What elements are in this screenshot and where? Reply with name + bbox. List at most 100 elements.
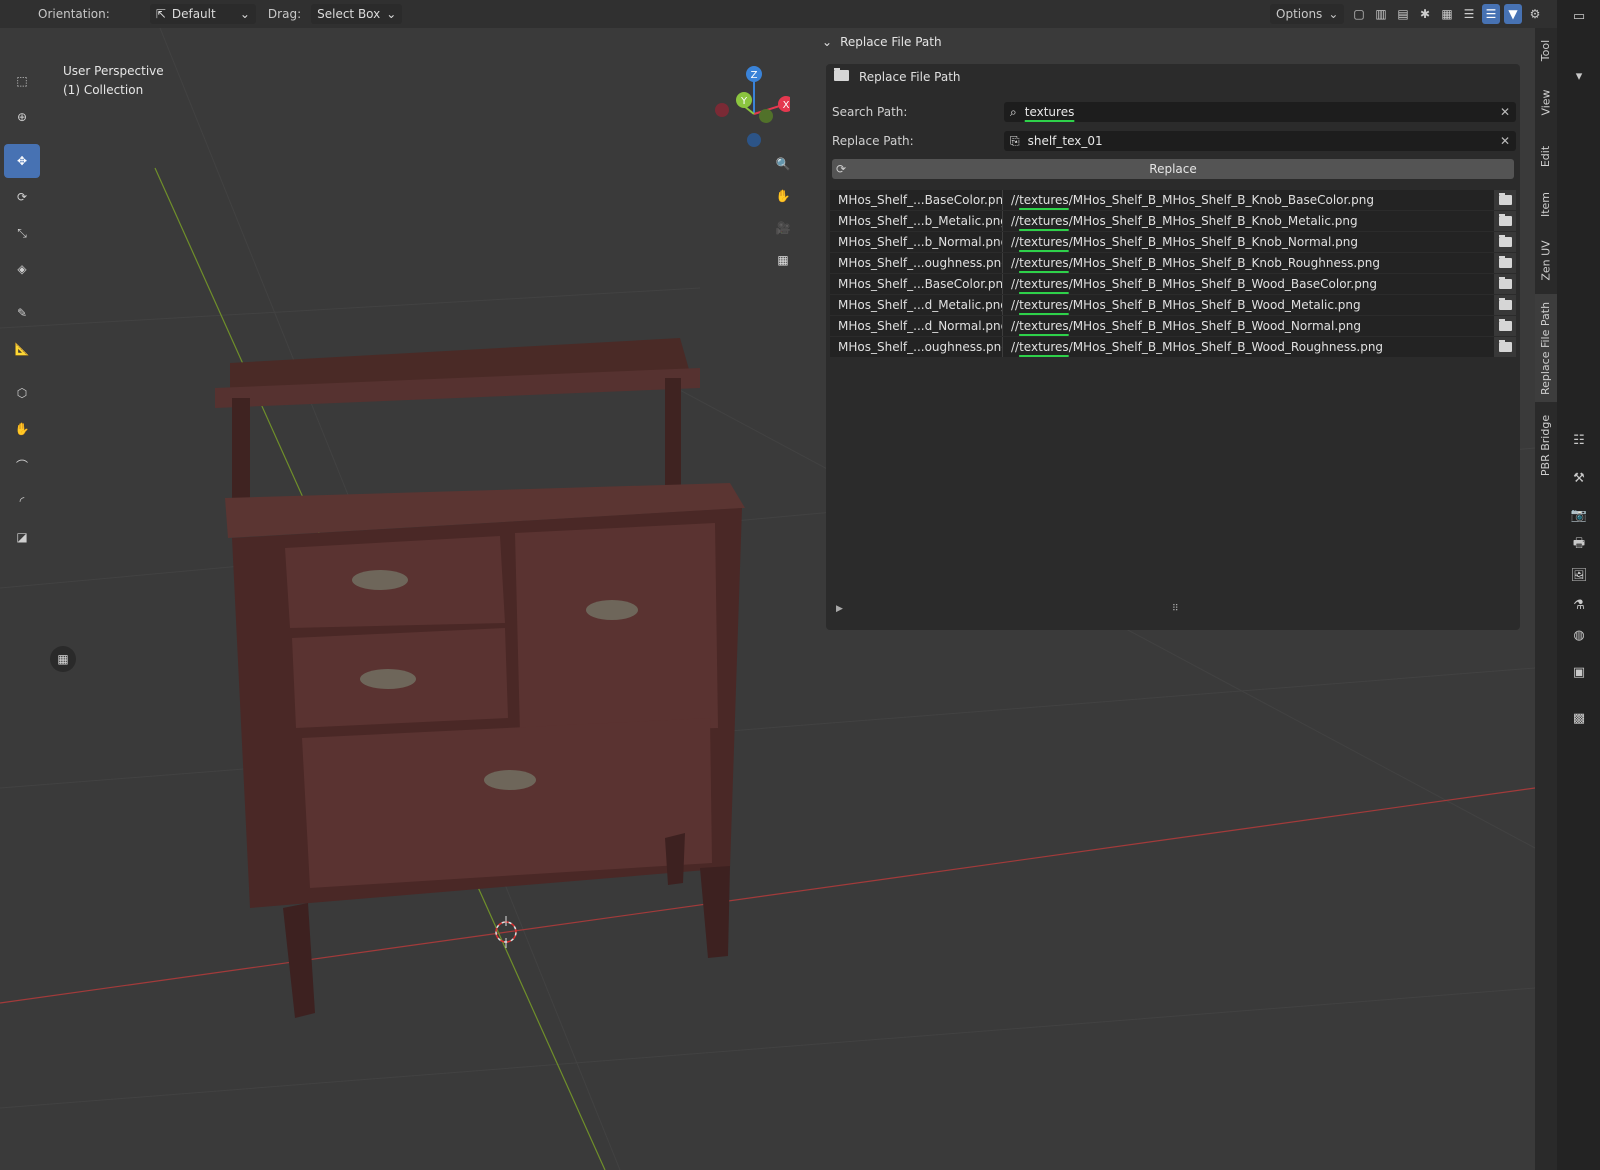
render-icon[interactable]: 📷 <box>1569 505 1589 525</box>
view-layer-icon[interactable]: 🖼 <box>1569 565 1589 585</box>
tab-item[interactable]: Item <box>1535 182 1557 226</box>
replace-button[interactable]: ⟳ Replace <box>832 159 1514 179</box>
armature-icon[interactable]: ✱ <box>1416 4 1434 24</box>
measure-icon[interactable]: 📐 <box>4 332 40 366</box>
file-name[interactable]: MHos_Shelf_...b_Normal.png <box>830 232 1003 252</box>
tab-replace-file-path[interactable]: Replace File Path <box>1535 294 1557 402</box>
list-active-icon[interactable]: ☰ <box>1482 4 1500 24</box>
tab-view[interactable]: View <box>1535 74 1557 130</box>
properties-strip: ▭ ▾ ☷ ⚒ 📷 🖶 🖼 ⚗ ◍ ▣ ▩ <box>1557 0 1600 1170</box>
select-box-icon[interactable]: ⬚ <box>4 64 40 98</box>
texture-icon[interactable]: ▩ <box>1569 708 1589 728</box>
collection-icon[interactable]: ▣ <box>1569 662 1589 682</box>
replace-path-row: Replace Path: ⎘ shelf_tex_01 ✕ <box>832 130 1516 152</box>
annotate-icon[interactable]: ✎ <box>4 296 40 330</box>
collapse-arrow-icon[interactable]: ▾ <box>1569 66 1589 86</box>
file-path[interactable]: //textures/MHos_Shelf_B_MHos_Shelf_B_Woo… <box>1003 274 1494 294</box>
display-mode-icon[interactable]: ☷ <box>1569 430 1589 450</box>
file-name[interactable]: MHos_Shelf_...BaseColor.png <box>830 190 1003 210</box>
replace-path-input[interactable]: ⎘ shelf_tex_01 ✕ <box>1004 131 1516 151</box>
knife-icon[interactable]: ◪ <box>4 520 40 554</box>
3d-viewport[interactable]: ⬚ ⊕ ✥ ⟳ ⤡ ◈ ✎ 📐 ⬡ ✋ ⌒ ◜ ◪ User Perspecti… <box>0 28 1535 1170</box>
expand-arrow-icon[interactable]: ▶ <box>836 604 843 614</box>
refresh-icon: ⟳ <box>836 162 847 176</box>
replace-file-path-panel: ⌄ Replace File Path Replace File Path Se… <box>822 30 1522 630</box>
clear-replace-icon[interactable]: ✕ <box>1500 134 1510 148</box>
resize-handle-icon[interactable]: ⠿ <box>1172 604 1179 614</box>
scale-icon[interactable]: ⤡ <box>4 216 40 250</box>
camera-icon[interactable]: 🎥 <box>770 215 796 241</box>
filter-icon[interactable]: ▼ <box>1504 4 1522 24</box>
world-icon[interactable]: ◍ <box>1569 625 1589 645</box>
file-path[interactable]: //textures/MHos_Shelf_B_MHos_Shelf_B_Woo… <box>1003 295 1494 315</box>
search-path-input[interactable]: ⌕ textures ✕ <box>1004 102 1516 122</box>
file-path[interactable]: //textures/MHos_Shelf_B_MHos_Shelf_B_Kno… <box>1003 211 1494 231</box>
cube-icon[interactable]: ▢ <box>1350 4 1368 24</box>
panel-header[interactable]: ⌄ Replace File Path <box>822 30 1522 54</box>
browse-folder-button[interactable] <box>1494 211 1516 231</box>
output-icon[interactable]: 🖶 <box>1569 535 1589 555</box>
stats-icon[interactable]: ▥ <box>1372 4 1390 24</box>
curve-icon[interactable]: ⌒ <box>4 448 40 482</box>
image-icon[interactable]: ▦ <box>1438 4 1456 24</box>
path-prefix: // <box>1011 298 1020 312</box>
checker-icon[interactable]: ▦ <box>50 646 76 672</box>
search-path-label: Search Path: <box>832 105 908 119</box>
scene-icon[interactable]: ⚗ <box>1569 595 1589 615</box>
tab-label: Tool <box>1539 39 1553 61</box>
bevel-icon[interactable]: ◜ <box>4 484 40 518</box>
path-prefix: // <box>1011 256 1020 270</box>
file-path[interactable]: //textures/MHos_Shelf_B_MHos_Shelf_B_Kno… <box>1003 253 1494 273</box>
rotate-icon[interactable]: ⟳ <box>4 180 40 214</box>
drag-dropdown[interactable]: Select Box ⌄ <box>311 4 403 24</box>
grid-view-icon[interactable]: ▦ <box>770 247 796 273</box>
browse-folder-button[interactable] <box>1494 295 1516 315</box>
editor-type-icon[interactable]: ▭ <box>1569 6 1589 26</box>
path-rest: /MHos_Shelf_B_MHos_Shelf_B_Knob_BaseColo… <box>1068 193 1375 207</box>
tool-settings-icon[interactable]: ⚒ <box>1569 468 1589 488</box>
file-name[interactable]: MHos_Shelf_...d_Metalic.png <box>830 295 1003 315</box>
folder-icon <box>1498 256 1512 268</box>
shelf-model <box>215 338 745 1018</box>
pan-hand-icon[interactable]: ✋ <box>770 183 796 209</box>
path-rest: /MHos_Shelf_B_MHos_Shelf_B_Knob_Metalic.… <box>1068 214 1358 228</box>
file-path[interactable]: //textures/MHos_Shelf_B_MHos_Shelf_B_Kno… <box>1003 232 1494 252</box>
drag-label: Drag: <box>267 7 302 21</box>
paint-icon[interactable]: ✋ <box>4 412 40 446</box>
chart-icon[interactable]: ▤ <box>1394 4 1412 24</box>
clear-search-icon[interactable]: ✕ <box>1500 105 1510 119</box>
tab-pbr-bridge[interactable]: PBR Bridge <box>1535 408 1557 482</box>
file-list: MHos_Shelf_...BaseColor.png//textures/MH… <box>830 190 1516 358</box>
cursor-icon[interactable]: ⊕ <box>4 100 40 134</box>
browse-folder-button[interactable] <box>1494 190 1516 210</box>
gear-icon[interactable]: ⚙ <box>1526 4 1544 24</box>
panel-body: Replace File Path Search Path: ⌕ texture… <box>826 64 1520 630</box>
browse-folder-button[interactable] <box>1494 253 1516 273</box>
tab-zen-uv[interactable]: Zen UV <box>1535 232 1557 288</box>
browse-folder-button[interactable] <box>1494 337 1516 357</box>
orientation-dropdown[interactable]: ⇱ Default ⌄ <box>149 4 256 24</box>
file-name[interactable]: MHos_Shelf_...d_Normal.png <box>830 316 1003 336</box>
file-name[interactable]: MHos_Shelf_...oughness.png <box>830 337 1003 357</box>
path-prefix: // <box>1011 214 1020 228</box>
file-name[interactable]: MHos_Shelf_...b_Metalic.png <box>830 211 1003 231</box>
file-name[interactable]: MHos_Shelf_...BaseColor.png <box>830 274 1003 294</box>
transform-icon[interactable]: ◈ <box>4 252 40 286</box>
file-path[interactable]: //textures/MHos_Shelf_B_MHos_Shelf_B_Woo… <box>1003 337 1494 357</box>
zoom-icon[interactable]: 🔍 <box>770 151 796 177</box>
browse-folder-button[interactable] <box>1494 316 1516 336</box>
browse-folder-button[interactable] <box>1494 232 1516 252</box>
box-title-row: Replace File Path <box>834 68 961 84</box>
tab-edit[interactable]: Edit <box>1535 136 1557 176</box>
file-path[interactable]: //textures/MHos_Shelf_B_MHos_Shelf_B_Kno… <box>1003 190 1494 210</box>
move-icon[interactable]: ✥ <box>4 144 40 178</box>
list-icon[interactable]: ☰ <box>1460 4 1478 24</box>
folder-icon <box>1498 340 1512 352</box>
browse-folder-button[interactable] <box>1494 274 1516 294</box>
tab-tool[interactable]: Tool <box>1535 32 1557 68</box>
file-name[interactable]: MHos_Shelf_...oughness.png <box>830 253 1003 273</box>
navigation-gizmo[interactable]: Z X Y <box>700 64 790 154</box>
add-cube-icon[interactable]: ⬡ <box>4 376 40 410</box>
options-dropdown[interactable]: Options ⌄ <box>1270 4 1345 24</box>
file-path[interactable]: //textures/MHos_Shelf_B_MHos_Shelf_B_Woo… <box>1003 316 1494 336</box>
